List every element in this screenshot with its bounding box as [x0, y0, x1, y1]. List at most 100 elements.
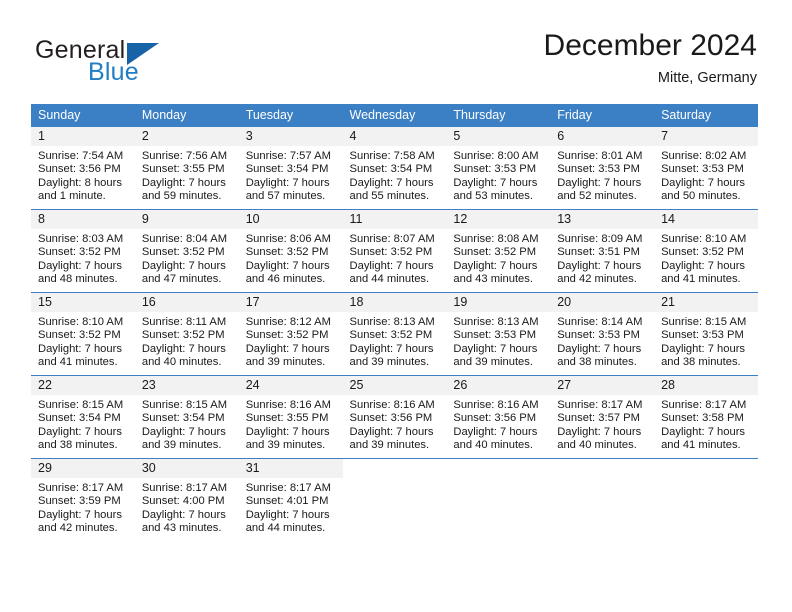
daylight-text-line2: and 40 minutes.	[453, 438, 533, 451]
sunset-text: Sunset: 3:57 PM	[557, 412, 640, 425]
day-details: Sunrise: 7:57 AM Sunset: 3:54 PM Daylight:…	[239, 146, 343, 203]
day-cell[interactable]: 19 Sunrise: 8:13 AM Sunset: 3:53 PM Dayligh…	[446, 292, 551, 376]
day-cell[interactable]: 13 Sunrise: 8:09 AM Sunset: 3:51 PM Dayligh…	[550, 209, 655, 293]
sunrise-text: Sunrise: 7:56 AM	[141, 150, 228, 162]
day-cell[interactable]: 31 Sunrise: 8:17 AM Sunset: 4:01 PM Dayligh…	[238, 458, 343, 541]
sunset-text: Sunset: 3:52 PM	[141, 246, 225, 259]
day-cell[interactable]: 5 Sunrise: 8:00 AM Sunset: 3:53 PM Daylight…	[446, 127, 551, 210]
day-number: 11	[342, 210, 447, 229]
day-cell[interactable]: 21 Sunrise: 8:15 AM Sunset: 3:53 PM Dayligh…	[654, 292, 758, 376]
day-cell[interactable]: 24 Sunrise: 8:16 AM Sunset: 3:55 PM Dayligh…	[238, 375, 343, 459]
sunset-text: Sunset: 4:01 PM	[245, 495, 329, 508]
day-number: 15	[31, 293, 135, 312]
day-cell[interactable]: 1 Sunrise: 7:54 AM Sunset: 3:56 PM Daylight…	[31, 127, 135, 210]
sunrise-text: Sunrise: 8:17 AM	[141, 482, 228, 494]
sunset-text: Sunset: 3:52 PM	[453, 246, 537, 259]
daylight-text-line2: and 44 minutes.	[245, 521, 326, 534]
day-cell[interactable]: 18 Sunrise: 8:13 AM Sunset: 3:52 PM Dayligh…	[342, 292, 447, 376]
daylight-text-line1: Daylight: 7 hours	[38, 508, 122, 521]
sunrise-text: Sunrise: 8:09 AM	[557, 233, 643, 245]
day-cell[interactable]: 17 Sunrise: 8:12 AM Sunset: 3:52 PM Dayligh…	[238, 292, 343, 376]
day-details: Sunrise: 8:16 AM Sunset: 3:55 PM Daylight:…	[239, 395, 343, 452]
daylight-text-line1: Daylight: 7 hours	[557, 259, 642, 272]
sunset-text: Sunset: 3:54 PM	[349, 163, 433, 176]
sunrise-text: Sunrise: 8:13 AM	[453, 316, 539, 328]
day-number: 17	[238, 293, 343, 312]
page-title: December 2024	[543, 29, 757, 62]
day-number: 25	[342, 376, 447, 395]
daylight-text-line2: and 40 minutes.	[557, 438, 637, 451]
sunrise-text: Sunrise: 8:14 AM	[557, 316, 643, 328]
day-cell[interactable]: 27 Sunrise: 8:17 AM Sunset: 3:57 PM Dayligh…	[550, 375, 655, 459]
sunset-text: Sunset: 3:53 PM	[557, 329, 640, 342]
sunrise-text: Sunrise: 8:11 AM	[141, 316, 227, 328]
day-details: Sunrise: 8:17 AM Sunset: 3:57 PM Daylight:…	[550, 395, 654, 452]
day-details: Sunrise: 8:04 AM Sunset: 3:52 PM Daylight:…	[135, 229, 239, 286]
day-cell[interactable]: 7 Sunrise: 8:02 AM Sunset: 3:53 PM Daylight…	[654, 127, 758, 210]
day-cell[interactable]: 6 Sunrise: 8:01 AM Sunset: 3:53 PM Daylight…	[550, 127, 655, 210]
sunrise-text: Sunrise: 8:02 AM	[661, 150, 747, 162]
day-cell[interactable]: 22 Sunrise: 8:15 AM Sunset: 3:54 PM Dayligh…	[31, 375, 135, 459]
day-number: 1	[31, 127, 135, 146]
day-cell[interactable]: 14 Sunrise: 8:10 AM Sunset: 3:52 PM Dayligh…	[654, 209, 758, 293]
day-details: Sunrise: 8:17 AM Sunset: 4:01 PM Daylight:…	[239, 478, 343, 535]
day-details: Sunrise: 8:03 AM Sunset: 3:52 PM Daylight:…	[31, 229, 135, 286]
day-cell[interactable]: 9 Sunrise: 8:04 AM Sunset: 3:52 PM Daylight…	[134, 209, 239, 293]
day-cell[interactable]: 12 Sunrise: 8:08 AM Sunset: 3:52 PM Dayligh…	[446, 209, 551, 293]
weekday-header-wednesday: Wednesday	[342, 104, 447, 127]
daylight-text-line1: Daylight: 7 hours	[349, 425, 434, 438]
day-details: Sunrise: 8:09 AM Sunset: 3:51 PM Daylight:…	[550, 229, 654, 286]
week-row: 1 Sunrise: 7:54 AM Sunset: 3:56 PM Daylight…	[31, 127, 758, 210]
daylight-text-line1: Daylight: 7 hours	[141, 259, 226, 272]
day-cell[interactable]: 4 Sunrise: 7:58 AM Sunset: 3:54 PM Daylight…	[342, 127, 447, 210]
day-cell[interactable]: 2 Sunrise: 7:56 AM Sunset: 3:55 PM Daylight…	[134, 127, 239, 210]
day-details: Sunrise: 8:07 AM Sunset: 3:52 PM Daylight:…	[343, 229, 447, 286]
sunrise-text: Sunrise: 8:01 AM	[557, 150, 643, 162]
day-cell[interactable]: 15 Sunrise: 8:10 AM Sunset: 3:52 PM Dayligh…	[31, 292, 135, 376]
daylight-text-line1: Daylight: 7 hours	[557, 176, 642, 189]
day-number: 13	[550, 210, 655, 229]
day-details: Sunrise: 8:14 AM Sunset: 3:53 PM Daylight:…	[550, 312, 654, 369]
day-cell[interactable]: 3 Sunrise: 7:57 AM Sunset: 3:54 PM Daylight…	[238, 127, 343, 210]
sunrise-text: Sunrise: 8:17 AM	[38, 482, 124, 494]
day-cell[interactable]: 26 Sunrise: 8:16 AM Sunset: 3:56 PM Dayligh…	[446, 375, 551, 459]
day-cell[interactable]: 28 Sunrise: 8:17 AM Sunset: 3:58 PM Dayligh…	[654, 375, 758, 459]
sunset-text: Sunset: 3:59 PM	[38, 495, 121, 508]
day-cell[interactable]: 30 Sunrise: 8:17 AM Sunset: 4:00 PM Dayligh…	[134, 458, 239, 541]
day-details: Sunrise: 8:00 AM Sunset: 3:53 PM Daylight:…	[446, 146, 550, 203]
day-cell[interactable]: 20 Sunrise: 8:14 AM Sunset: 3:53 PM Dayligh…	[550, 292, 655, 376]
day-details: Sunrise: 8:10 AM Sunset: 3:52 PM Daylight:…	[654, 229, 758, 286]
daylight-text-line1: Daylight: 7 hours	[349, 342, 434, 355]
daylight-text-line2: and 59 minutes.	[141, 189, 222, 202]
daylight-text-line1: Daylight: 7 hours	[245, 259, 330, 272]
day-number: 18	[342, 293, 447, 312]
daylight-text-line2: and 47 minutes.	[141, 272, 222, 285]
general-blue-logo[interactable]: General Blue	[35, 36, 215, 88]
day-details: Sunrise: 8:13 AM Sunset: 3:53 PM Daylight:…	[446, 312, 550, 369]
daylight-text-line2: and 39 minutes.	[349, 438, 430, 451]
day-details: Sunrise: 8:15 AM Sunset: 3:53 PM Daylight:…	[654, 312, 758, 369]
daylight-text-line1: Daylight: 7 hours	[661, 176, 746, 189]
sunset-text: Sunset: 3:53 PM	[453, 163, 537, 176]
sunset-text: Sunset: 3:52 PM	[349, 329, 433, 342]
day-cell[interactable]: 8 Sunrise: 8:03 AM Sunset: 3:52 PM Daylight…	[31, 209, 135, 293]
sunset-text: Sunset: 3:52 PM	[38, 246, 121, 259]
sunrise-text: Sunrise: 8:16 AM	[245, 399, 331, 411]
sunrise-text: Sunrise: 8:03 AM	[38, 233, 124, 245]
day-number: 2	[134, 127, 239, 146]
day-number: 10	[238, 210, 343, 229]
day-number: 8	[31, 210, 135, 229]
day-cell[interactable]: 16 Sunrise: 8:11 AM Sunset: 3:52 PM Dayligh…	[134, 292, 239, 376]
sunset-text: Sunset: 3:55 PM	[245, 412, 329, 425]
sunrise-text: Sunrise: 8:10 AM	[661, 233, 747, 245]
sunrise-text: Sunrise: 7:54 AM	[38, 150, 124, 162]
day-cell[interactable]: 23 Sunrise: 8:15 AM Sunset: 3:54 PM Dayligh…	[134, 375, 239, 459]
calendar-table: Sunday Monday Tuesday Wednesday Thursday…	[31, 104, 758, 541]
day-cell[interactable]: 25 Sunrise: 8:16 AM Sunset: 3:56 PM Dayligh…	[342, 375, 447, 459]
day-cell[interactable]: 29 Sunrise: 8:17 AM Sunset: 3:59 PM Dayligh…	[31, 458, 135, 541]
daylight-text-line1: Daylight: 7 hours	[453, 259, 538, 272]
calendar-page: General Blue December 2024 Mitte, German…	[0, 0, 792, 612]
day-cell[interactable]: 11 Sunrise: 8:07 AM Sunset: 3:52 PM Dayligh…	[342, 209, 447, 293]
day-cell[interactable]: 10 Sunrise: 8:06 AM Sunset: 3:52 PM Dayligh…	[238, 209, 343, 293]
day-details: Sunrise: 8:16 AM Sunset: 3:56 PM Daylight:…	[343, 395, 447, 452]
